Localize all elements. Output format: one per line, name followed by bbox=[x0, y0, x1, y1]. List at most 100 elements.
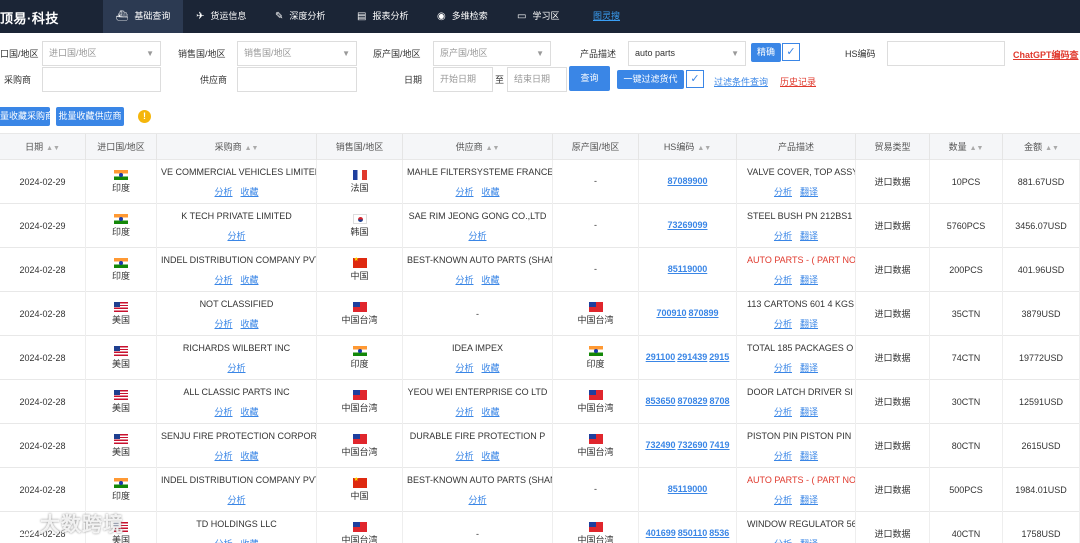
nav-basic-query[interactable]: ⛴ 基础查询 bbox=[103, 0, 183, 33]
start-date-input[interactable]: 开始日期 bbox=[433, 67, 493, 92]
collect-link[interactable]: 收藏 bbox=[241, 319, 259, 329]
hs-code-link[interactable]: 8536 bbox=[709, 528, 729, 538]
hs-code-link[interactable]: 291100 bbox=[646, 352, 676, 362]
hs-code-link[interactable]: 87089900 bbox=[667, 176, 707, 186]
hs-code-link[interactable]: 732490 bbox=[645, 440, 675, 450]
collect-link[interactable]: 收藏 bbox=[482, 187, 500, 197]
col-supplier[interactable]: 供应商 ▲▼ bbox=[403, 134, 553, 160]
analyze-link[interactable]: 分析 bbox=[227, 495, 245, 505]
hs-code-link[interactable]: 850110 bbox=[678, 528, 708, 538]
collect-link[interactable]: 收藏 bbox=[241, 539, 259, 543]
hs-code-link[interactable]: 291439 bbox=[677, 352, 707, 362]
batch-collect-buyer-button[interactable]: 量收藏采购商 bbox=[0, 107, 54, 126]
filter-conditions-link[interactable]: 过滤条件查询 bbox=[714, 75, 768, 88]
buyer-name[interactable]: VE COMMERCIAL VEHICLES LIMITED bbox=[157, 167, 316, 177]
hs-code-link[interactable]: 401699 bbox=[646, 528, 676, 538]
product-select[interactable]: auto parts ▼ bbox=[628, 41, 746, 66]
supplier-name[interactable]: BEST-KNOWN AUTO PARTS (SHANGHAI) bbox=[403, 255, 552, 265]
nav-freight-info[interactable]: ✈ 货运信息 bbox=[196, 0, 246, 33]
translate-link[interactable]: 翻译 bbox=[800, 363, 818, 373]
collect-link[interactable]: 收藏 bbox=[482, 407, 500, 417]
oneclick-filter-button[interactable]: 一键过滤货代 bbox=[617, 70, 684, 89]
collect-link[interactable]: 收藏 bbox=[241, 187, 259, 197]
hs-code-link[interactable]: 870899 bbox=[689, 308, 719, 318]
analyze-link[interactable]: 分析 bbox=[468, 231, 486, 241]
collect-link[interactable]: 收藏 bbox=[241, 275, 259, 285]
analyze-link[interactable]: 分析 bbox=[455, 407, 473, 417]
chatgpt-code-link[interactable]: ChatGPT编码查 bbox=[1013, 48, 1079, 61]
supplier-input[interactable] bbox=[237, 67, 357, 92]
exact-button[interactable]: 精确 bbox=[751, 43, 781, 62]
translate-link[interactable]: 翻译 bbox=[800, 451, 818, 461]
buyer-name[interactable]: INDEL DISTRIBUTION COMPANY PVT bbox=[157, 475, 316, 485]
col-amount[interactable]: 金额 ▲▼ bbox=[1003, 134, 1080, 160]
supplier-name[interactable]: IDEA IMPEX bbox=[403, 343, 552, 353]
collect-link[interactable]: 收藏 bbox=[482, 275, 500, 285]
analyze-link[interactable]: 分析 bbox=[227, 231, 245, 241]
hs-code-link[interactable]: 7419 bbox=[710, 440, 730, 450]
analyze-link[interactable]: 分析 bbox=[774, 407, 792, 417]
origin-country-select[interactable]: 原产国/地区 ▼ bbox=[433, 41, 551, 66]
col-quantity[interactable]: 数量 ▲▼ bbox=[930, 134, 1003, 160]
collect-link[interactable]: 收藏 bbox=[482, 363, 500, 373]
analyze-link[interactable]: 分析 bbox=[774, 495, 792, 505]
hs-code-link[interactable]: 8708 bbox=[710, 396, 730, 406]
analyze-link[interactable]: 分析 bbox=[774, 539, 792, 543]
supplier-name[interactable]: YEOU WEI ENTERPRISE CO LTD bbox=[403, 387, 552, 397]
info-icon[interactable]: ! bbox=[138, 110, 151, 123]
hs-code-link[interactable]: 732690 bbox=[677, 440, 707, 450]
hs-input[interactable] bbox=[887, 41, 1005, 66]
translate-link[interactable]: 翻译 bbox=[800, 495, 818, 505]
col-date[interactable]: 日期 ▲▼ bbox=[0, 134, 86, 160]
analyze-link[interactable]: 分析 bbox=[774, 275, 792, 285]
analyze-link[interactable]: 分析 bbox=[214, 275, 232, 285]
import-country-select[interactable]: 进口国/地区 ▼ bbox=[42, 41, 161, 66]
buyer-name[interactable]: K TECH PRIVATE LIMITED bbox=[157, 211, 316, 221]
translate-link[interactable]: 翻译 bbox=[800, 187, 818, 197]
nav-deep-analysis[interactable]: ✎ 深度分析 bbox=[275, 0, 325, 33]
col-hs-code[interactable]: HS编码 ▲▼ bbox=[639, 134, 737, 160]
collect-link[interactable]: 收藏 bbox=[482, 451, 500, 461]
analyze-link[interactable]: 分析 bbox=[227, 363, 245, 373]
analyze-link[interactable]: 分析 bbox=[214, 407, 232, 417]
hs-code-link[interactable]: 85119000 bbox=[668, 264, 708, 274]
analyze-link[interactable]: 分析 bbox=[214, 319, 232, 329]
hs-code-link[interactable]: 870829 bbox=[677, 396, 707, 406]
buyer-name[interactable]: TD HOLDINGS LLC bbox=[157, 519, 316, 529]
translate-link[interactable]: 翻译 bbox=[800, 231, 818, 241]
analyze-link[interactable]: 分析 bbox=[455, 187, 473, 197]
oneclick-checkbox[interactable]: ✓ bbox=[686, 70, 704, 88]
supplier-name[interactable]: SAE RIM JEONG GONG CO.,LTD bbox=[403, 211, 552, 221]
hs-code-link[interactable]: 853650 bbox=[645, 396, 675, 406]
analyze-link[interactable]: 分析 bbox=[468, 495, 486, 505]
analyze-link[interactable]: 分析 bbox=[455, 363, 473, 373]
translate-link[interactable]: 翻译 bbox=[800, 319, 818, 329]
sales-country-select[interactable]: 销售国/地区 ▼ bbox=[237, 41, 357, 66]
batch-collect-supplier-button[interactable]: 批量收藏供应商 bbox=[56, 107, 124, 126]
translate-link[interactable]: 翻译 bbox=[800, 407, 818, 417]
end-date-input[interactable]: 结束日期 bbox=[507, 67, 567, 92]
buyer-name[interactable]: NOT CLASSIFIED bbox=[157, 299, 316, 309]
search-button[interactable]: 查询 bbox=[569, 66, 610, 91]
buyer-name[interactable]: INDEL DISTRIBUTION COMPANY PVT bbox=[157, 255, 316, 265]
nav-report-analysis[interactable]: ▤ 报表分析 bbox=[357, 0, 408, 33]
exact-checkbox[interactable]: ✓ bbox=[782, 43, 800, 61]
buyer-name[interactable]: SENJU FIRE PROTECTION CORPORATION bbox=[157, 431, 316, 441]
supplier-name[interactable]: DURABLE FIRE PROTECTION P bbox=[403, 431, 552, 441]
buyer-name[interactable]: RICHARDS WILBERT INC bbox=[157, 343, 316, 353]
analyze-link[interactable]: 分析 bbox=[774, 451, 792, 461]
analyze-link[interactable]: 分析 bbox=[774, 187, 792, 197]
analyze-link[interactable]: 分析 bbox=[455, 451, 473, 461]
nav-turing-search[interactable]: 图灵搜 bbox=[593, 0, 620, 33]
collect-link[interactable]: 收藏 bbox=[241, 407, 259, 417]
buyer-name[interactable]: ALL CLASSIC PARTS INC bbox=[157, 387, 316, 397]
hs-code-link[interactable]: 73269099 bbox=[667, 220, 707, 230]
translate-link[interactable]: 翻译 bbox=[800, 275, 818, 285]
history-link[interactable]: 历史记录 bbox=[780, 75, 816, 88]
supplier-name[interactable]: MAHLE FILTERSYSTEME FRANCE bbox=[403, 167, 552, 177]
analyze-link[interactable]: 分析 bbox=[214, 187, 232, 197]
hs-code-link[interactable]: 700910 bbox=[656, 308, 686, 318]
analyze-link[interactable]: 分析 bbox=[774, 231, 792, 241]
hs-code-link[interactable]: 85119000 bbox=[668, 484, 708, 494]
nav-learning[interactable]: ▭ 学习区 bbox=[517, 0, 559, 33]
